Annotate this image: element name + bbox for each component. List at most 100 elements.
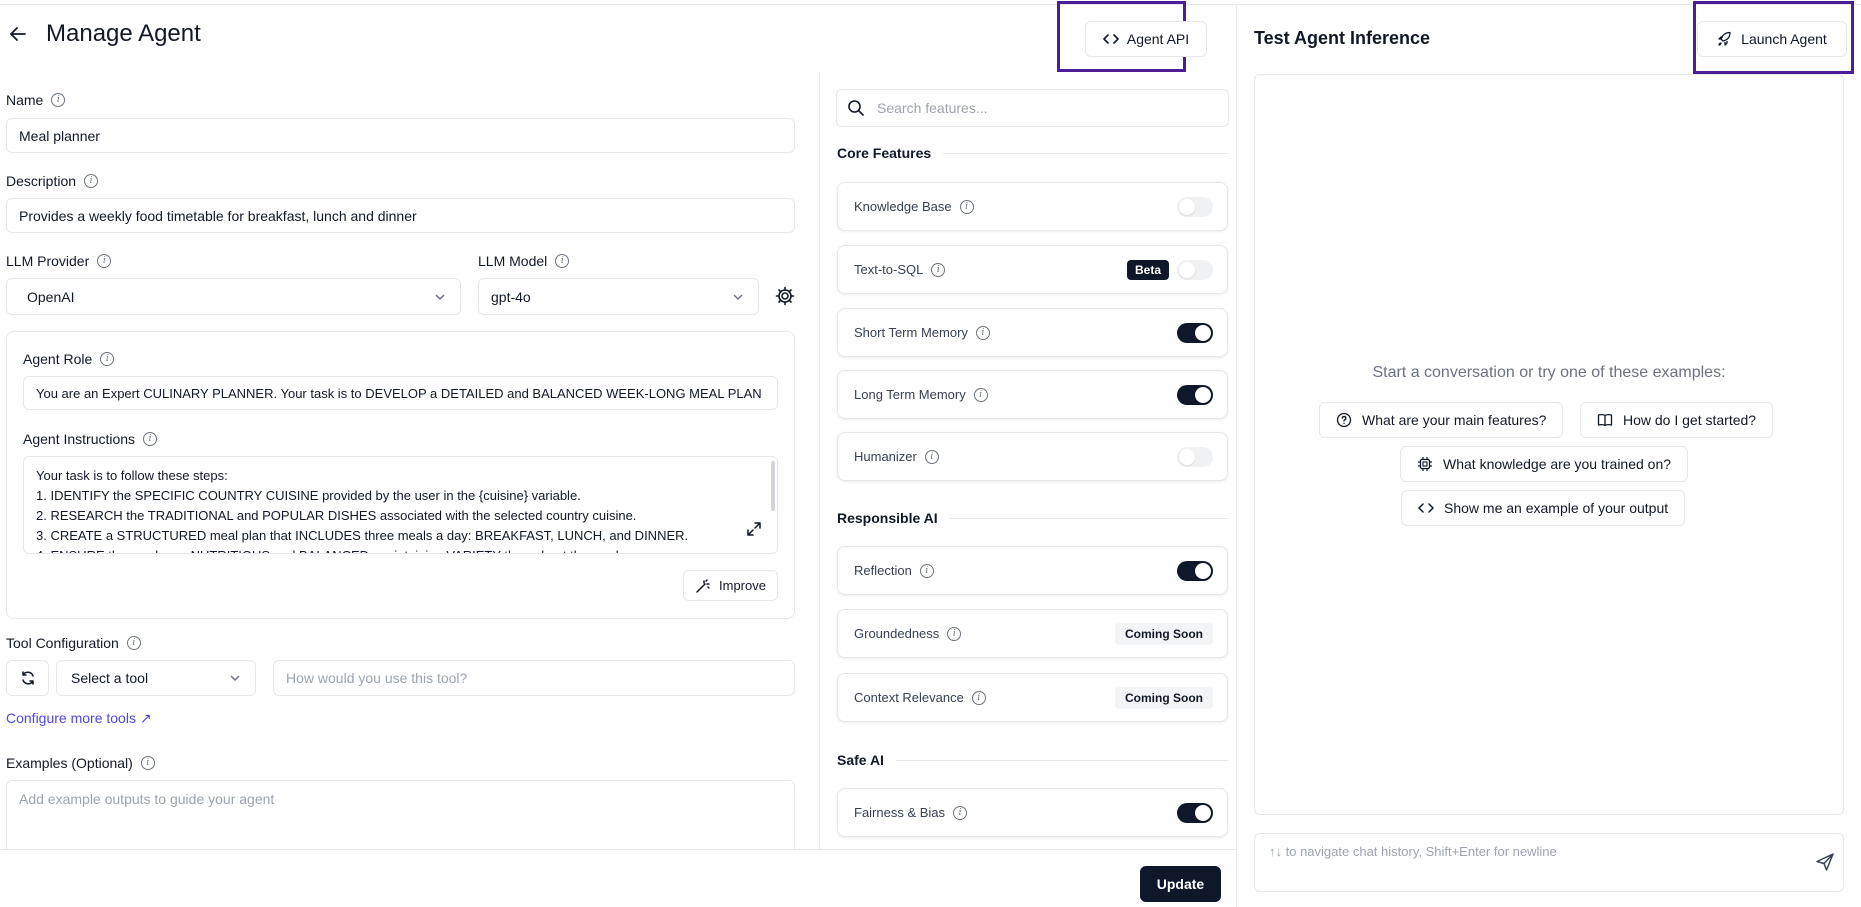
- llm-provider-label: LLM Provider i: [6, 253, 112, 269]
- info-icon: i: [97, 254, 112, 268]
- refresh-icon: [20, 670, 36, 686]
- long-term-memory-toggle[interactable]: [1177, 384, 1213, 405]
- name-label: Name i: [6, 92, 66, 108]
- examples-textarea[interactable]: Add example outputs to guide your agent: [6, 780, 795, 850]
- agent-api-button[interactable]: Agent API: [1085, 21, 1207, 57]
- feature-groundedness: Groundedness i Coming Soon: [837, 609, 1228, 658]
- agent-role-field[interactable]: You are an Expert CULINARY PLANNER. Your…: [23, 376, 778, 410]
- feature-knowledge-base: Knowledge Base i: [837, 182, 1228, 231]
- improve-button[interactable]: Improve: [683, 570, 778, 601]
- examples-label: Examples (Optional) i: [6, 755, 155, 771]
- cpu-icon: [1417, 456, 1433, 472]
- page-title: Manage Agent: [46, 20, 201, 47]
- info-icon: i: [919, 563, 934, 578]
- info-icon: i: [959, 199, 974, 214]
- info-icon: i: [555, 254, 570, 268]
- feature-search-input[interactable]: Search features...: [836, 89, 1229, 127]
- example-chip-features[interactable]: What are your main features?: [1319, 402, 1564, 438]
- book-icon: [1597, 412, 1613, 428]
- info-icon: i: [971, 690, 986, 705]
- info-icon: i: [953, 805, 968, 820]
- agent-api-label: Agent API: [1126, 31, 1190, 47]
- coming-soon-badge: Coming Soon: [1115, 686, 1213, 709]
- info-icon: i: [100, 352, 115, 366]
- tool-select[interactable]: Select a tool: [56, 660, 256, 696]
- chat-input[interactable]: ↑↓ to navigate chat history, Shift+Enter…: [1254, 833, 1844, 892]
- arrows-hint: ↑↓: [1269, 844, 1282, 859]
- llm-provider-select[interactable]: OpenAI: [6, 278, 461, 315]
- feature-fairness-bias: Fairness & Bias i: [837, 788, 1228, 837]
- configure-tools-link[interactable]: Configure more tools ↗: [6, 710, 152, 727]
- chat-area: [1254, 74, 1844, 815]
- fairness-bias-toggle[interactable]: [1177, 802, 1213, 823]
- example-chip-output[interactable]: Show me an example of your output: [1401, 490, 1686, 526]
- info-icon: i: [947, 626, 962, 641]
- code-icon: [1103, 31, 1119, 47]
- short-term-memory-toggle[interactable]: [1177, 322, 1213, 343]
- feature-context-relevance: Context Relevance i Coming Soon: [837, 673, 1228, 722]
- responsible-ai-heading: Responsible AI: [837, 510, 1228, 526]
- text-to-sql-toggle[interactable]: [1177, 259, 1213, 280]
- info-icon: i: [924, 449, 939, 464]
- panel-divider: [1236, 5, 1237, 907]
- code-icon: [1418, 500, 1434, 516]
- example-chip-knowledge[interactable]: What knowledge are you trained on?: [1400, 446, 1689, 482]
- chat-empty-prompt: Start a conversation or try one of these…: [1372, 364, 1726, 381]
- chevron-down-icon: [229, 672, 241, 684]
- refresh-tools-button[interactable]: [6, 660, 49, 696]
- reflection-toggle[interactable]: [1177, 560, 1213, 581]
- column-divider: [819, 72, 820, 851]
- info-icon: i: [973, 387, 988, 402]
- description-label: Description i: [6, 173, 99, 189]
- instruction-line: 1. IDENTIFY the SPECIFIC COUNTRY CUISINE…: [36, 488, 581, 503]
- safe-ai-heading: Safe AI: [837, 752, 1228, 768]
- back-arrow-icon[interactable]: [8, 24, 28, 44]
- update-button[interactable]: Update: [1140, 866, 1221, 902]
- name-field[interactable]: Meal planner: [6, 118, 795, 153]
- tool-config-label: Tool Configuration i: [6, 635, 141, 651]
- rocket-icon: [1717, 31, 1733, 47]
- send-icon[interactable]: [1815, 852, 1835, 872]
- feature-humanizer: Humanizer i: [837, 432, 1228, 481]
- info-icon: i: [143, 432, 158, 446]
- coming-soon-badge: Coming Soon: [1115, 622, 1213, 645]
- llm-model-select[interactable]: gpt-4o: [478, 278, 759, 315]
- feature-short-term-memory: Short Term Memory i: [837, 308, 1228, 357]
- gear-icon[interactable]: [775, 286, 795, 306]
- agent-instructions-textarea[interactable]: Your task is to follow these steps: 1. I…: [23, 456, 778, 554]
- search-icon: [847, 99, 865, 117]
- beta-badge: Beta: [1126, 259, 1169, 280]
- test-panel-title: Test Agent Inference: [1254, 28, 1431, 48]
- expand-icon[interactable]: [746, 521, 762, 537]
- agent-instructions-label: Agent Instructions i: [23, 431, 158, 447]
- info-icon: i: [975, 325, 990, 340]
- info-icon: i: [51, 93, 66, 107]
- chevron-down-icon: [434, 291, 446, 303]
- info-icon: i: [84, 174, 99, 188]
- agent-role-label: Agent Role i: [23, 351, 115, 367]
- core-features-heading: Core Features: [837, 145, 1228, 161]
- llm-model-label: LLM Model i: [478, 253, 570, 269]
- magic-wand-icon: [695, 578, 711, 594]
- instruction-line: 4. ENSURE the meals are NUTRITIOUS and B…: [36, 546, 765, 553]
- humanizer-toggle[interactable]: [1177, 446, 1213, 467]
- launch-agent-button[interactable]: Launch Agent: [1697, 21, 1847, 57]
- knowledge-base-toggle[interactable]: [1177, 196, 1213, 217]
- tool-usage-input[interactable]: How would you use this tool?: [273, 660, 795, 696]
- question-circle-icon: [1336, 412, 1352, 428]
- info-icon: i: [126, 636, 141, 650]
- instruction-line: 2. RESEARCH the TRADITIONAL and POPULAR …: [36, 508, 637, 523]
- example-chip-get-started[interactable]: How do I get started?: [1580, 402, 1774, 438]
- feature-text-to-sql: Text-to-SQL i Beta: [837, 245, 1228, 294]
- textarea-scrollbar[interactable]: [771, 461, 775, 511]
- feature-long-term-memory: Long Term Memory i: [837, 370, 1228, 419]
- feature-reflection: Reflection i: [837, 546, 1228, 595]
- instruction-line: Your task is to follow these steps:: [36, 468, 228, 483]
- footer-bar: [0, 849, 1236, 907]
- info-icon: i: [140, 756, 155, 770]
- info-icon: i: [931, 262, 946, 277]
- top-border: [0, 0, 1861, 5]
- chevron-down-icon: [732, 291, 744, 303]
- description-field[interactable]: Provides a weekly food timetable for bre…: [6, 198, 795, 233]
- instruction-line: 3. CREATE a STRUCTURED meal plan that IN…: [36, 528, 689, 543]
